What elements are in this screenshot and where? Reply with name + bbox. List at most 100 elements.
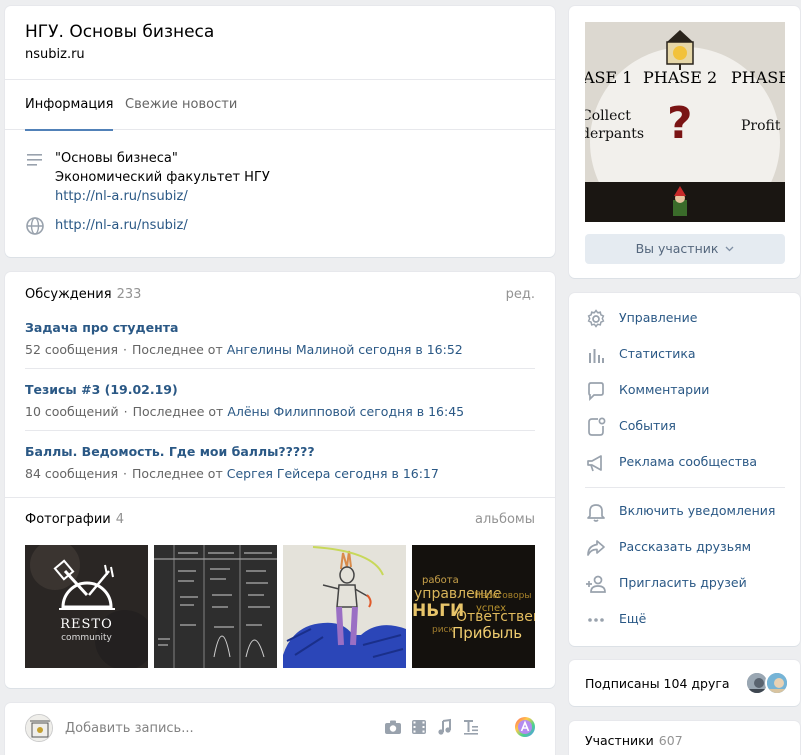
cover-left-text-2: derpants bbox=[585, 126, 645, 142]
topic-item: Тезисы #3 (19.02.19) 10 сообщений · Послед… bbox=[25, 382, 535, 419]
globe-icon bbox=[26, 217, 44, 235]
camera-icon[interactable] bbox=[383, 717, 403, 737]
discussions-title: Обсуждения bbox=[25, 287, 112, 302]
tab-information[interactable]: Информация bbox=[25, 80, 114, 131]
tab-latest-news[interactable]: Свежие новости bbox=[125, 80, 237, 130]
group-header-card: НГУ. Основы бизнеса nsubiz.ru Информация… bbox=[5, 6, 555, 257]
article-icon[interactable] bbox=[461, 717, 481, 737]
menu-label: Комментарии bbox=[619, 382, 710, 397]
photo-thumbnail[interactable] bbox=[154, 545, 277, 668]
friends-card[interactable]: Подписаны 104 друга bbox=[569, 660, 800, 706]
topic-last-prefix: Последнее от bbox=[132, 342, 223, 357]
photos-title: Фотографии bbox=[25, 512, 111, 527]
menu-label: Статистика bbox=[619, 346, 696, 361]
photos-count: 4 bbox=[115, 512, 125, 527]
bell-icon bbox=[587, 504, 605, 522]
menu-item-events[interactable]: События bbox=[585, 412, 785, 440]
topic-last-prefix: Последнее от bbox=[132, 466, 223, 481]
photo-thumbnail[interactable]: работа управление НЬГИ успех Переговоры … bbox=[412, 545, 535, 668]
menu-item-share[interactable]: Рассказать друзьям bbox=[585, 533, 785, 561]
description-link[interactable]: http://nl-a.ru/nsubiz/ bbox=[55, 187, 188, 206]
photo-thumbnail[interactable] bbox=[283, 545, 406, 668]
topic-meta: 10 сообщений · Последнее от Алёны Филиппов… bbox=[25, 404, 465, 419]
page-subtitle: nsubiz.ru bbox=[25, 47, 85, 62]
wordcloud-word: Ответствен bbox=[456, 609, 535, 625]
resto-text: RESTO bbox=[60, 617, 113, 632]
topic-title[interactable]: Тезисы #3 (19.02.19) bbox=[25, 382, 535, 397]
community-text: community bbox=[61, 633, 112, 643]
topic-item: Баллы. Ведомость. Где мои баллы????? 84 … bbox=[25, 444, 535, 481]
menu-label: Включить уведомления bbox=[619, 503, 776, 518]
discussions-header[interactable]: Обсуждения 233 bbox=[25, 287, 141, 302]
avatar bbox=[25, 714, 53, 742]
albums-link[interactable]: альбомы bbox=[475, 512, 535, 527]
topic-divider bbox=[25, 430, 535, 431]
topic-item: Задача про студента 52 сообщения · Последн… bbox=[25, 320, 535, 357]
post-input[interactable]: Добавить запись... bbox=[65, 721, 194, 736]
topic-message-count: 10 сообщений bbox=[25, 404, 119, 419]
invite-icon bbox=[586, 575, 606, 593]
megaphone-icon bbox=[587, 455, 602, 472]
menu-item-notifications[interactable]: Включить уведомления bbox=[585, 497, 785, 525]
topic-message-count: 84 сообщения bbox=[25, 466, 119, 481]
drawing-image bbox=[283, 545, 406, 668]
members-card[interactable]: Участники 607 bbox=[569, 721, 800, 755]
members-count: 607 bbox=[658, 733, 683, 748]
menu-label: Ещё bbox=[619, 611, 647, 626]
share-icon bbox=[587, 540, 605, 556]
menu-divider bbox=[585, 487, 785, 488]
page-title: НГУ. Основы бизнеса bbox=[25, 22, 215, 42]
topic-title[interactable]: Задача про студента bbox=[25, 320, 535, 335]
discussions-photos-card: Обсуждения 233 ред. Задача про студента 5… bbox=[5, 272, 555, 688]
menu-item-manage[interactable]: Управление bbox=[585, 304, 785, 332]
menu-item-comments[interactable]: Комментарии bbox=[585, 376, 785, 404]
author-avatar-icon[interactable] bbox=[514, 716, 536, 738]
phase-3-label: PHASE bbox=[731, 68, 785, 87]
wordcloud-word: риск bbox=[432, 625, 454, 635]
events-icon bbox=[588, 417, 606, 436]
post-composer-card: Добавить запись... bbox=[5, 703, 555, 755]
topic-last-prefix: Последнее от bbox=[132, 404, 224, 419]
wordcloud-word: работа bbox=[422, 575, 459, 586]
cover-left-text-1: Collect bbox=[585, 108, 631, 124]
topic-message-count: 52 сообщения bbox=[25, 342, 119, 357]
website-link[interactable]: http://nl-a.ru/nsubiz/ bbox=[55, 216, 188, 235]
member-status-button[interactable]: Вы участник bbox=[585, 234, 785, 264]
chevron-down-icon bbox=[725, 246, 734, 252]
photo-thumbnail[interactable]: RESTO community bbox=[25, 545, 148, 668]
comment-icon bbox=[588, 382, 604, 402]
discussions-edit-link[interactable]: ред. bbox=[506, 287, 535, 302]
menu-item-stats[interactable]: Статистика bbox=[585, 340, 785, 368]
topic-last-author-link[interactable]: Алёны Филипповой сегодня в 16:45 bbox=[227, 404, 464, 419]
topic-title[interactable]: Баллы. Ведомость. Где мои баллы????? bbox=[25, 444, 535, 459]
description-icon bbox=[27, 154, 42, 166]
avatar[interactable] bbox=[765, 671, 789, 695]
topic-last-author-link[interactable]: Сергея Гейсера сегодня в 16:17 bbox=[227, 466, 439, 481]
group-cover-image[interactable]: ASE 1 PHASE 2 PHASE Collect derpants ? P… bbox=[585, 22, 785, 222]
photos-header[interactable]: Фотографии 4 bbox=[25, 512, 124, 527]
menu-item-more[interactable]: Ещё bbox=[585, 605, 785, 633]
gear-icon bbox=[587, 309, 605, 328]
description-line-2: Экономический факультет НГУ bbox=[55, 170, 270, 185]
group-avatar-image bbox=[26, 715, 52, 741]
menu-item-invite[interactable]: Пригласить друзей bbox=[585, 569, 785, 597]
cover-card: ASE 1 PHASE 2 PHASE Collect derpants ? P… bbox=[569, 6, 800, 278]
menu-label: Управление bbox=[619, 310, 698, 325]
phase-1-label: ASE 1 bbox=[585, 68, 633, 87]
discussions-count: 233 bbox=[116, 287, 142, 302]
friends-subscribed-label[interactable]: Подписаны 104 друга bbox=[585, 676, 730, 691]
question-mark: ? bbox=[667, 98, 693, 149]
music-icon[interactable] bbox=[435, 717, 455, 737]
tabs-bar: Информация Свежие новости bbox=[5, 79, 555, 131]
actions-menu-card: Управление Статистика Комментарии Событи… bbox=[569, 293, 800, 646]
menu-label: Пригласить друзей bbox=[619, 575, 747, 590]
video-icon[interactable] bbox=[409, 717, 429, 737]
cover-right-text: Profit bbox=[741, 118, 781, 134]
friend-avatar-image bbox=[767, 673, 787, 693]
members-header[interactable]: Участники 607 bbox=[585, 733, 683, 748]
stats-icon bbox=[589, 349, 604, 363]
description-line-1: "Основы бизнеса" bbox=[55, 151, 178, 166]
topic-last-author-link[interactable]: Ангелины Малиной сегодня в 16:52 bbox=[227, 342, 463, 357]
topic-meta: 52 сообщения · Последнее от Ангелины Малин… bbox=[25, 342, 463, 357]
menu-item-ads[interactable]: Реклама сообщества bbox=[585, 448, 785, 476]
